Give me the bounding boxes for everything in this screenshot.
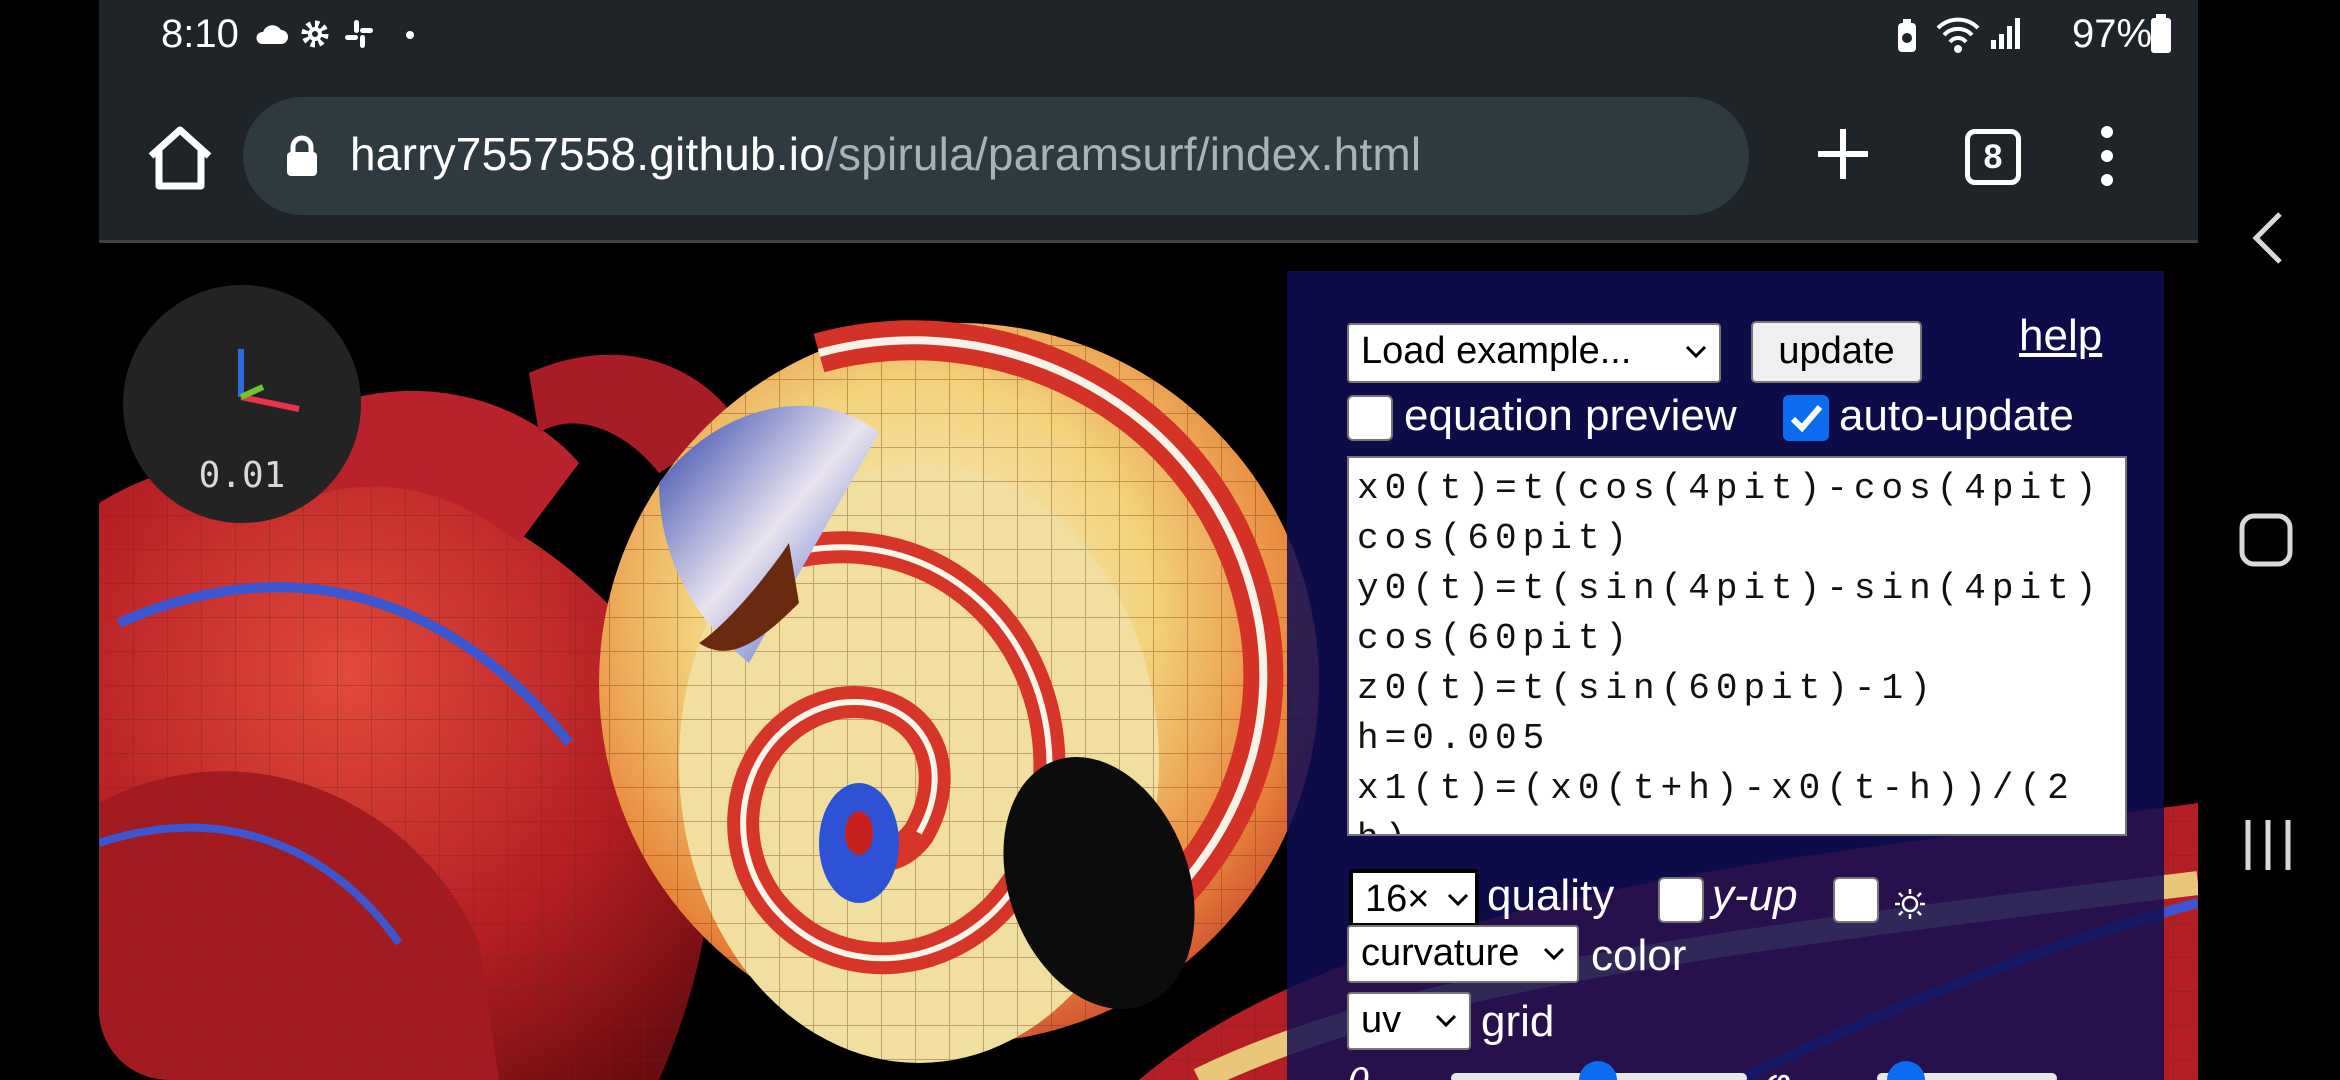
system-navigation-bar	[2198, 0, 2340, 1080]
grid-label: grid	[1481, 997, 1555, 1046]
quality-select[interactable]: 16×	[1349, 869, 1479, 927]
url-host: harry7557558.github.io	[350, 128, 825, 180]
battery-icon	[2151, 14, 2171, 53]
url-path: /spirula/paramsurf/index.html	[824, 128, 1422, 180]
lock-icon	[287, 135, 317, 176]
quality-label: quality	[1487, 871, 1615, 920]
checkmark-icon	[1790, 405, 1823, 433]
axes-icon	[238, 349, 300, 412]
auto-update-checkbox[interactable]	[1783, 395, 1829, 441]
chevron-down-icon	[1435, 1014, 1457, 1028]
chevron-down-icon	[1543, 947, 1565, 961]
help-link[interactable]: help	[2019, 311, 2102, 361]
y-up-checkbox[interactable]	[1658, 877, 1704, 923]
dot-icon	[406, 31, 414, 39]
page-content: 0.01 Load example... update help equatio…	[99, 243, 2198, 1080]
status-bar: 8:10 97%	[99, 0, 2198, 72]
y-up-label: y-up	[1712, 871, 1798, 920]
grid-select[interactable]: uv	[1347, 992, 1471, 1050]
phone-screen: 8:10 97% harry7557558.github.io/spirula/…	[99, 0, 2198, 1080]
more-menu-icon[interactable]	[2099, 124, 2115, 188]
new-tab-icon[interactable]	[1814, 125, 1872, 183]
sun-icon	[1895, 889, 1925, 919]
equation-preview-label: equation preview	[1404, 391, 1737, 440]
load-example-select[interactable]: Load example...	[1347, 323, 1721, 383]
control-panel: Load example... update help equation pre…	[1287, 271, 2164, 1080]
home-nav-icon[interactable]	[2238, 512, 2294, 568]
light-checkbox[interactable]	[1833, 877, 1879, 923]
load-example-value: Load example...	[1361, 330, 1632, 372]
color-value: curvature	[1361, 932, 1520, 974]
quality-value: 16×	[1365, 878, 1430, 920]
browser-toolbar: harry7557558.github.io/spirula/paramsurf…	[99, 72, 2198, 243]
color-select[interactable]: curvature	[1347, 925, 1579, 983]
chevron-down-icon	[1447, 893, 1469, 907]
theta-light-label: θ	[1347, 1061, 1369, 1080]
back-icon[interactable]	[2248, 210, 2288, 266]
slack-icon	[345, 20, 373, 48]
battery-percent: 97%	[2072, 12, 2153, 56]
phi-light-thumb[interactable]	[1887, 1061, 1925, 1080]
recent-apps-icon[interactable]	[2242, 818, 2294, 872]
update-button[interactable]: update	[1751, 321, 1922, 383]
equation-textarea[interactable]: x0(t)=t(cos(4pit)-cos(4pit) cos(60pit) y…	[1347, 456, 2127, 836]
axes-scale-value: 0.01	[198, 455, 286, 496]
color-label: color	[1591, 931, 1687, 980]
light-slider-row: θ φ	[1347, 1061, 2067, 1080]
grid-value: uv	[1361, 999, 1402, 1041]
cloud-icon	[256, 25, 288, 44]
equation-preview-checkbox[interactable]	[1347, 395, 1393, 441]
url-text: harry7557558.github.io/spirula/paramsurf…	[350, 127, 1421, 181]
axes-orientation-widget[interactable]: 0.01	[123, 285, 361, 523]
url-bar[interactable]: harry7557558.github.io/spirula/paramsurf…	[243, 97, 1749, 215]
home-icon[interactable]	[143, 122, 217, 192]
battery-saver-icon	[1898, 19, 1916, 52]
chevron-down-icon	[1685, 345, 1707, 359]
signal-icon	[1991, 18, 2020, 49]
status-time: 8:10	[161, 12, 239, 56]
wifi-icon	[1936, 17, 1980, 53]
auto-update-label: auto-update	[1839, 391, 2074, 440]
gear-icon	[301, 20, 329, 48]
theta-light-thumb[interactable]	[1579, 1061, 1617, 1080]
tab-switcher-button[interactable]: 8	[1965, 129, 2021, 185]
phi-light-label: φ	[1765, 1061, 1791, 1080]
